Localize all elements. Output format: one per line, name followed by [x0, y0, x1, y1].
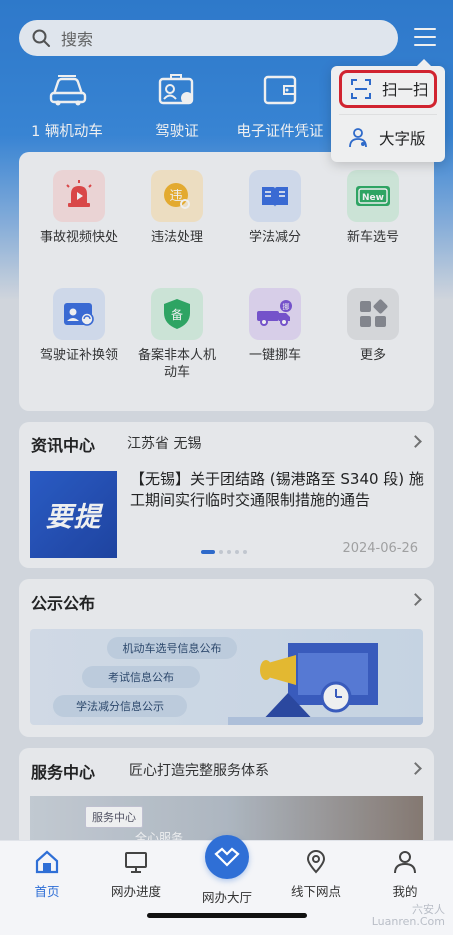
news-headline[interactable]: 【无锡】关于团结路 (锡港路至 S340 段) 施工期间实行临时交通限制措施的通… — [130, 469, 424, 511]
search-bar[interactable]: 搜索 — [19, 20, 398, 56]
menu-icon[interactable] — [414, 28, 436, 48]
tab-home[interactable]: 首页 — [12, 849, 82, 900]
services-card: 事故视频快处 违 违法处理 学法减分 New 新车选号 驾驶证补换领 备 备案非… — [19, 152, 434, 411]
service-center-card[interactable]: 服务中心 匠心打造完整服务体系 服务中心 全心服务 — [19, 748, 434, 848]
quick-action-label: 1 辆机动车 — [31, 124, 103, 140]
more-icon — [347, 288, 399, 340]
notice-pill[interactable]: 学法减分信息公示 — [53, 695, 187, 717]
quick-action-e-cert[interactable]: 电子证件凭证 — [235, 70, 325, 141]
quick-action-license[interactable]: 驾驶证 — [137, 70, 217, 141]
shield-icon: 备 — [151, 288, 203, 340]
notice-pill[interactable]: 机动车选号信息公布 — [107, 637, 237, 659]
news-card[interactable]: 资讯中心 江苏省 无锡 要提 【无锡】关于团结路 (锡港路至 S340 段) 施… — [19, 422, 434, 568]
scan-icon — [351, 79, 371, 99]
svg-text:备: 备 — [171, 308, 183, 322]
news-location: 江苏省 无锡 — [127, 436, 202, 452]
user-icon — [394, 851, 416, 874]
new-plate-icon: New — [347, 170, 399, 222]
service-label: 新车选号 — [346, 230, 399, 245]
chevron-right-icon[interactable] — [409, 435, 422, 448]
menu-divider — [339, 114, 437, 115]
search-icon — [32, 29, 50, 47]
license-icon — [155, 70, 199, 110]
chevron-right-icon[interactable] — [409, 593, 422, 606]
popup-menu: 扫一扫 大字版 — [331, 59, 445, 162]
service-accident[interactable]: 事故视频快处 — [34, 170, 124, 246]
large-font-label: 大字版 — [379, 130, 426, 148]
tab-label: 线下网点 — [290, 884, 341, 899]
megaphone-illustration — [228, 643, 423, 725]
monitor-icon — [125, 852, 147, 873]
person-icon — [349, 128, 367, 148]
service-violation[interactable]: 违 违法处理 — [132, 170, 222, 246]
service-move-car[interactable]: 挪 一键挪车 — [230, 288, 320, 364]
service-center-tag: 服务中心 — [85, 806, 143, 828]
siren-icon — [53, 170, 105, 222]
service-label: 更多 — [359, 348, 386, 363]
service-label: 事故视频快处 — [39, 230, 118, 245]
service-label: 一键挪车 — [248, 348, 301, 363]
id-card-icon — [53, 288, 105, 340]
carousel-indicator — [201, 550, 247, 554]
news-thumbnail: 要提 — [30, 471, 117, 558]
tab-hall[interactable]: 网办大厅 — [192, 835, 262, 906]
service-label: 违法处理 — [150, 230, 203, 245]
service-study[interactable]: 学法减分 — [230, 170, 320, 246]
chevron-right-icon[interactable] — [409, 762, 422, 775]
service-label: 备案非本人机动车 — [137, 348, 216, 380]
app-screen: 搜索 1 辆机动车 驾驶证 电子证件凭证 事故视频快处 违 违法处理 学法减分 … — [0, 0, 453, 935]
home-indicator[interactable] — [147, 913, 307, 918]
home-icon — [35, 850, 59, 874]
search-placeholder: 搜索 — [61, 30, 94, 49]
service-new-plate[interactable]: New 新车选号 — [328, 170, 418, 246]
quick-action-vehicles[interactable]: 1 辆机动车 — [27, 70, 107, 141]
tab-progress[interactable]: 网办进度 — [101, 849, 171, 900]
quick-action-label: 电子证件凭证 — [236, 124, 324, 140]
tab-label: 网办进度 — [110, 884, 161, 899]
handshake-icon — [205, 835, 249, 879]
tab-label: 首页 — [34, 884, 60, 899]
notice-card[interactable]: 公示公布 机动车选号信息公布 考试信息公布 学法减分信息公示 — [19, 579, 434, 737]
car-icon — [45, 70, 89, 110]
truck-icon: 挪 — [249, 288, 301, 340]
news-date: 2024-06-26 — [342, 541, 418, 556]
news-section-title: 资讯中心 — [31, 436, 96, 455]
service-center-subtitle: 匠心打造完整服务体系 — [129, 763, 269, 779]
svg-text:New: New — [362, 193, 384, 203]
tab-profile[interactable]: 我的 — [370, 849, 440, 900]
service-more[interactable]: 更多 — [328, 288, 418, 364]
tab-locations[interactable]: 线下网点 — [281, 849, 351, 900]
scan-menu-item[interactable]: 扫一扫 — [339, 70, 437, 108]
notice-section-title: 公示公布 — [31, 594, 96, 613]
violation-icon: 违 — [151, 170, 203, 222]
book-icon — [249, 170, 301, 222]
service-label: 驾驶证补换领 — [39, 348, 118, 363]
service-label: 学法减分 — [248, 230, 301, 245]
notice-pill[interactable]: 考试信息公布 — [82, 666, 200, 688]
notice-banner[interactable]: 机动车选号信息公布 考试信息公布 学法减分信息公示 — [30, 629, 423, 725]
large-font-menu-item[interactable]: 大字版 — [339, 119, 437, 157]
location-icon — [306, 850, 326, 874]
service-register-vehicle[interactable]: 备 备案非本人机动车 — [132, 288, 222, 381]
watermark: 六安人 Luanren.Com — [371, 903, 445, 928]
svg-text:挪: 挪 — [283, 302, 290, 311]
tab-label: 网办大厅 — [201, 890, 252, 905]
wallet-icon — [258, 70, 302, 110]
quick-action-label: 驾驶证 — [155, 124, 199, 140]
scan-label: 扫一扫 — [382, 81, 429, 99]
tab-label: 我的 — [392, 884, 418, 899]
service-license-renew[interactable]: 驾驶证补换领 — [34, 288, 124, 364]
service-center-title: 服务中心 — [31, 763, 96, 782]
